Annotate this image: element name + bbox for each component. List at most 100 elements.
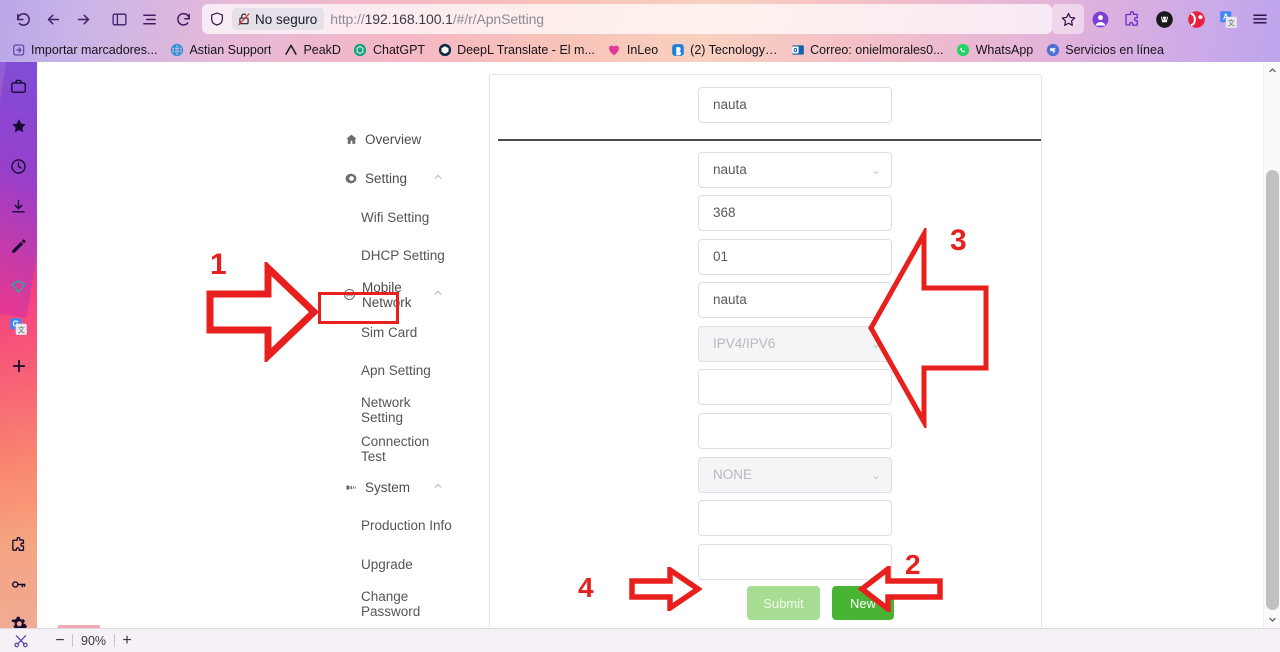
apn-name-select[interactable]: nauta ⌄ [698, 152, 892, 188]
passwords-key-icon[interactable] [0, 564, 37, 604]
list-all-tabs-icon[interactable] [134, 4, 164, 34]
sidebar-item-label: Network Setting [361, 394, 411, 425]
mcc-input[interactable]: 368 [698, 195, 892, 231]
sidebar-item-setting[interactable]: Setting [305, 165, 453, 192]
scroll-down-arrow-icon[interactable] [1264, 611, 1280, 628]
google-translate-icon[interactable]: A文 [1212, 4, 1244, 34]
gear-icon [343, 172, 359, 185]
home-icon [343, 133, 359, 146]
bookmark-label: WhatsApp [975, 43, 1034, 57]
opera-gx-icon[interactable] [1180, 4, 1212, 34]
scroll-up-arrow-icon[interactable] [1264, 62, 1280, 79]
url-text: http://192.168.100.1/#/r/ApnSetting [330, 11, 544, 27]
history-clock-icon[interactable] [0, 146, 37, 186]
star-icon[interactable] [0, 106, 37, 146]
sidebar-item-wifi-setting[interactable]: Wifi Setting [305, 204, 453, 231]
sidebar-item-label: Wifi Setting [361, 210, 430, 225]
chevron-up-icon[interactable] [433, 288, 443, 301]
metamask-icon[interactable] [1148, 4, 1180, 34]
bookmark-correo[interactable]: Correo: onielmorales0... [785, 41, 950, 60]
reader-view-icon[interactable] [104, 4, 134, 34]
bookmarks-bar: Importar marcadores... Astian Support Pe… [0, 38, 1280, 62]
bookmark-star-icon[interactable] [1052, 4, 1084, 34]
pencil-edit-icon[interactable] [0, 226, 37, 266]
auth-type-select[interactable]: NONE ⌄ [698, 457, 892, 493]
extensions-puzzle-sidebar-icon[interactable] [0, 524, 37, 564]
bookmark-import[interactable]: Importar marcadores... [6, 41, 164, 60]
forward-icon[interactable] [68, 4, 98, 34]
sidebar-item-label: Sim Card [361, 325, 418, 340]
chevron-up-icon[interactable] [433, 481, 443, 494]
sidebar-item-production-info[interactable]: Production Info [305, 512, 453, 539]
add-tool-icon[interactable] [0, 346, 37, 386]
undo-icon[interactable] [8, 4, 38, 34]
form-row-proxy: Proxy: [490, 500, 1043, 543]
back-icon[interactable] [38, 4, 68, 34]
sidebar-item-network-setting[interactable]: Network Setting [305, 394, 453, 425]
page-viewport: Overview Setting Wifi Setting DHCP Setti… [37, 62, 1280, 628]
bookmark-inleo[interactable]: InLeo [602, 41, 665, 60]
apn-in-using-input[interactable]: nauta [698, 87, 892, 123]
sidebar-item-change-password[interactable]: Change Password [305, 588, 453, 619]
sidebar-item-label: Setting [365, 171, 408, 186]
shield-icon[interactable] [202, 4, 232, 34]
sidebar-item-upgrade[interactable]: Upgrade [305, 551, 453, 578]
pdp-type-select[interactable]: IPV4/IPV6 ⌄ [698, 326, 892, 362]
briefcase-icon[interactable] [0, 66, 37, 106]
auth-type-value: NONE [713, 467, 753, 482]
apn-input[interactable]: nauta [698, 282, 892, 318]
sidebar-item-label: Connection Test [361, 433, 430, 464]
url-bar[interactable]: No seguro http://192.168.100.1/#/r/ApnSe… [202, 4, 1052, 34]
bookmark-astian-support[interactable]: Astian Support [164, 41, 278, 60]
zoom-in-button[interactable]: + [115, 632, 139, 650]
screenshot-scissors-icon[interactable] [8, 633, 34, 649]
bookmark-tecnology-fan[interactable]: (2) Tecnology Fan's po... [665, 41, 785, 60]
submit-button[interactable]: Submit [747, 586, 820, 620]
extensions-puzzle-icon[interactable] [1116, 4, 1148, 34]
bookmark-whatsapp[interactable]: WhatsApp [951, 41, 1041, 60]
sidebar-item-overview[interactable]: Overview [305, 126, 453, 153]
google-translate-sidebar-icon[interactable]: G文 [0, 306, 37, 346]
form-row-pdp-type: PDP Type: IPV4/IPV6 ⌄ [490, 326, 1043, 369]
browser-chrome: No seguro http://192.168.100.1/#/r/ApnSe… [0, 0, 1280, 62]
scrollbar-thumb[interactable] [1266, 170, 1279, 610]
brave-leo-icon[interactable] [0, 266, 37, 306]
apn-setting-form-card: APN In Using: nauta APN Name: nauta ⌄ MC… [489, 74, 1042, 628]
bookmark-label: Astian Support [189, 43, 272, 57]
password-input[interactable] [698, 413, 892, 449]
chevron-up-icon[interactable] [433, 172, 443, 185]
settings-gear-icon[interactable] [0, 604, 37, 628]
zoom-out-button[interactable]: − [48, 632, 72, 650]
not-secure-label: No seguro [255, 11, 318, 27]
annotation-number-3: 3 [950, 224, 967, 257]
sidebar-item-label: Change Password [361, 588, 421, 619]
app-menu-icon[interactable] [1244, 4, 1276, 34]
reload-icon[interactable] [168, 4, 198, 34]
bookmark-chatgpt[interactable]: ChatGPT [348, 41, 432, 60]
form-row-password: PassWord: [490, 413, 1043, 456]
not-secure-badge[interactable]: No seguro [232, 8, 325, 30]
chevron-down-icon: ⌄ [870, 468, 881, 482]
form-row-apn-name: APN Name: nauta ⌄ [490, 152, 1043, 195]
browser-vertical-sidebar: G文 [0, 62, 37, 628]
username-input[interactable] [698, 369, 892, 405]
account-icon[interactable] [1084, 4, 1116, 34]
proxy-input[interactable] [698, 500, 892, 536]
bookmark-servicios[interactable]: Servicios en línea [1040, 41, 1171, 60]
new-button[interactable]: New [832, 586, 894, 620]
bookmark-label: ChatGPT [372, 43, 426, 57]
sidebar-item-dhcp-setting[interactable]: DHCP Setting [305, 242, 453, 269]
sidebar-item-system[interactable]: System [305, 474, 453, 501]
bookmark-peakd[interactable]: PeakD [278, 41, 348, 60]
port-input[interactable] [698, 544, 892, 580]
bookmark-deepl[interactable]: DeepL Translate - El m... [432, 41, 602, 60]
page-scrollbar[interactable] [1263, 62, 1280, 628]
lock-crossed-icon [237, 12, 251, 26]
mnc-input[interactable]: 01 [698, 239, 892, 275]
annotation-number-4: 4 [578, 572, 594, 603]
downloads-icon[interactable] [0, 186, 37, 226]
sidebar-item-connection-test[interactable]: Connection Test [305, 433, 453, 464]
svg-text:文: 文 [1227, 18, 1234, 27]
sidebar-item-apn-setting[interactable]: Apn Setting [305, 357, 453, 384]
bookmark-label: Servicios en línea [1065, 43, 1164, 57]
